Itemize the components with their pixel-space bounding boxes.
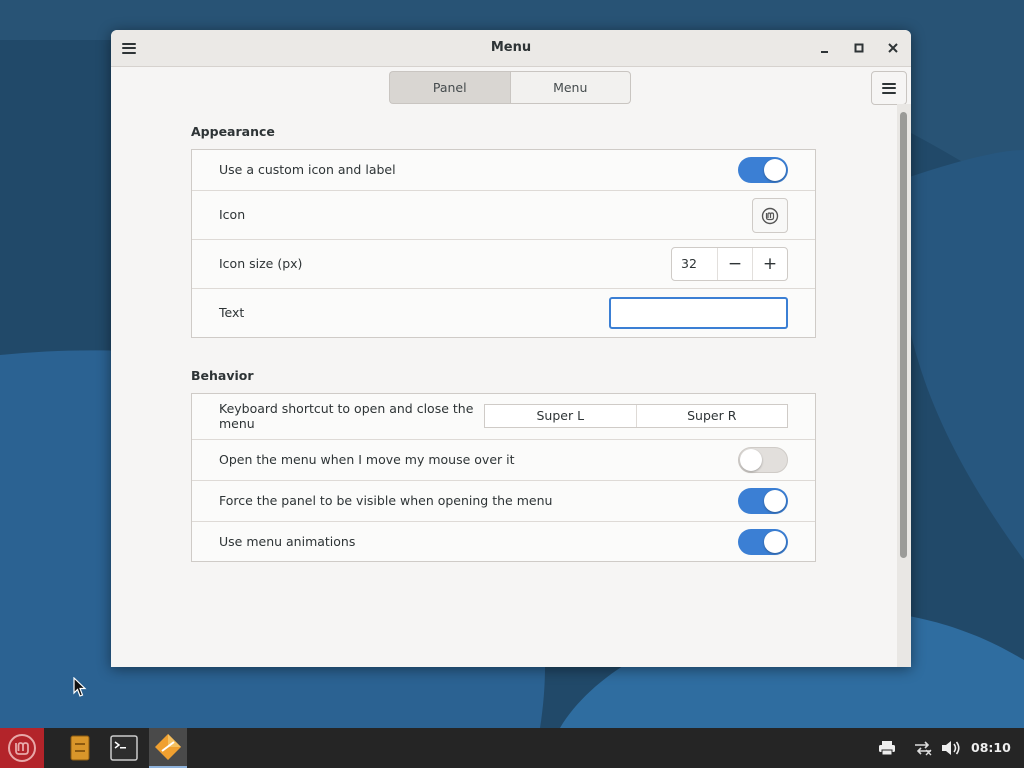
appearance-frame: Use a custom icon and label Icon Icon si… [191,149,816,338]
tray-printer[interactable] [876,728,898,768]
appearance-heading: Appearance [191,124,275,139]
custom-icon-switch[interactable] [738,157,788,183]
mint-menu-icon [8,734,36,762]
text-row: Text [192,289,815,337]
text-input[interactable] [609,297,788,329]
volume-icon [942,741,960,755]
icon-size-spinner[interactable]: 32 − + [671,247,788,281]
mouse-pointer-icon [73,677,87,697]
taskbar-file-manager[interactable] [62,728,98,768]
force-visible-switch[interactable] [738,488,788,514]
printer-icon [879,741,895,756]
clock[interactable]: 08:10 [971,728,1011,768]
settings-app-icon [155,734,181,760]
titlebar: Menu [111,30,911,67]
mint-logo-icon [761,207,779,224]
scrollbar-thumb[interactable] [900,112,907,558]
minimize-button[interactable] [816,39,834,57]
taskbar-terminal[interactable] [106,728,142,768]
text-label: Text [219,305,245,320]
icon-size-row: Icon size (px) 32 − + [192,240,815,289]
behavior-heading: Behavior [191,368,254,383]
animations-switch[interactable] [738,529,788,555]
tab-panel[interactable]: Panel [389,71,510,104]
taskbar-settings-app[interactable] [149,728,187,768]
icon-size-value[interactable]: 32 [672,248,718,280]
icon-label: Icon [219,207,246,222]
taskbar: 08:10 [0,728,1024,768]
close-icon [888,43,898,53]
shortcut-editor: Super L Super R [484,404,788,428]
minimize-icon [821,51,828,53]
animations-label: Use menu animations [219,534,356,549]
custom-icon-row: Use a custom icon and label [192,150,815,191]
start-menu-button[interactable] [0,728,44,768]
window-menu-button[interactable] [120,39,138,57]
tab-menu[interactable]: Menu [509,71,631,104]
hover-open-row: Open the menu when I move my mouse over … [192,440,815,481]
icon-row: Icon [192,191,815,240]
close-button[interactable] [884,39,902,57]
hover-open-switch[interactable] [738,447,788,473]
animations-row: Use menu animations [192,522,815,562]
tab-switcher: Panel Menu [389,71,631,104]
network-icon [915,741,932,756]
shortcut-row: Keyboard shortcut to open and close the … [192,394,815,440]
custom-icon-label: Use a custom icon and label [219,162,396,177]
file-manager-icon [70,735,90,761]
hamburger-icon [122,42,136,54]
force-visible-row: Force the panel to be visible when openi… [192,481,815,522]
increment-button[interactable]: + [752,248,787,280]
scrollbar[interactable] [897,104,911,667]
terminal-icon [110,735,138,761]
shortcut-secondary[interactable]: Super R [635,405,788,427]
icon-size-label: Icon size (px) [219,256,303,271]
maximize-button[interactable] [850,39,868,57]
tray-network[interactable] [911,728,935,768]
force-visible-label: Force the panel to be visible when openi… [219,493,553,508]
maximize-icon [854,43,864,53]
behavior-frame: Keyboard shortcut to open and close the … [191,393,816,562]
window-title: Menu [490,40,532,55]
shortcut-label: Keyboard shortcut to open and close the … [219,401,474,431]
options-menu-button[interactable] [871,71,907,105]
icon-chooser-button[interactable] [752,198,788,233]
hamburger-icon [882,82,896,94]
shortcut-primary[interactable]: Super L [485,405,636,427]
tray-volume[interactable] [940,728,962,768]
settings-window: Menu Panel Menu Appearance Use a custom … [111,30,911,667]
hover-open-label: Open the menu when I move my mouse over … [219,452,515,467]
decrement-button[interactable]: − [718,248,752,280]
